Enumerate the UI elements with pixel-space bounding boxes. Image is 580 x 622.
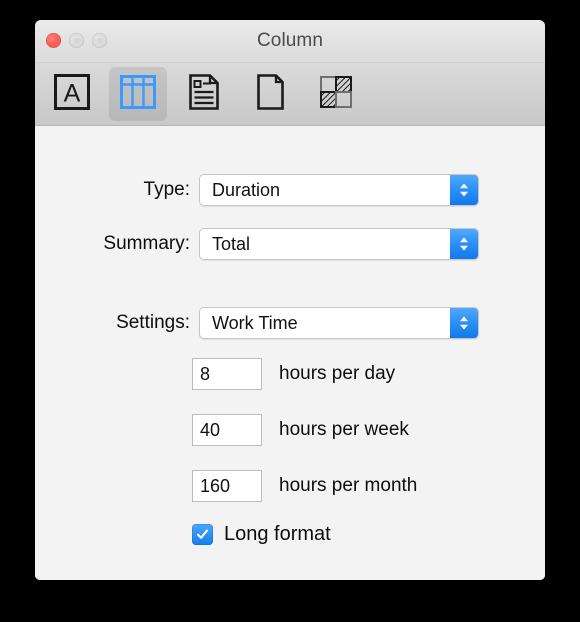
letter-a-box-icon: A [52, 72, 92, 117]
checkerboard-pattern-icon [316, 72, 356, 117]
column-inspector-window: Column A Type: Duration Summary: Total S… [35, 20, 545, 580]
toolbar-item-document[interactable] [175, 67, 233, 121]
hours-per-week-input[interactable]: 40 [192, 414, 262, 446]
long-format-row[interactable]: Long format [192, 523, 331, 546]
hours-per-month-row: 160 hours per month [192, 470, 417, 502]
summary-popup-button[interactable]: Total [199, 228, 479, 260]
document-lines-icon [184, 72, 224, 117]
type-popup-value: Duration [212, 179, 281, 200]
hours-per-week-row: 40 hours per week [192, 414, 409, 446]
chevron-up-down-icon[interactable] [450, 308, 478, 338]
hours-per-day-input[interactable]: 8 [192, 358, 262, 390]
summary-row: Summary: Total [35, 228, 479, 260]
inspector-toolbar: A [35, 63, 545, 126]
checkmark-icon [195, 527, 210, 542]
chevron-up-down-icon[interactable] [450, 175, 478, 205]
type-label: Type: [143, 179, 190, 200]
toolbar-item-pattern[interactable] [307, 67, 365, 121]
toolbar-item-column[interactable] [109, 67, 167, 121]
settings-popup-button[interactable]: Work Time [199, 307, 479, 339]
hours-per-day-row: 8 hours per day [192, 358, 395, 390]
toolbar-item-text[interactable]: A [43, 67, 101, 121]
summary-label: Summary: [103, 233, 190, 254]
table-columns-icon [118, 72, 158, 117]
hours-per-day-label: hours per day [279, 363, 396, 384]
window-title: Column [256, 30, 324, 51]
long-format-label: Long format [224, 523, 331, 545]
long-format-checkbox[interactable] [192, 524, 213, 545]
inspector-content: Type: Duration Summary: Total Settings: … [35, 126, 545, 580]
svg-text:A: A [64, 79, 81, 107]
type-popup-button[interactable]: Duration [199, 174, 479, 206]
settings-label: Settings: [116, 312, 190, 333]
settings-row: Settings: Work Time [35, 307, 479, 339]
settings-popup-value: Work Time [212, 312, 298, 333]
hours-per-week-label: hours per week [279, 419, 409, 440]
summary-popup-value: Total [212, 233, 251, 254]
hours-per-month-input[interactable]: 160 [192, 470, 262, 502]
window-titlebar: Column [35, 20, 545, 63]
type-row: Type: Duration [35, 174, 479, 206]
chevron-up-down-icon[interactable] [450, 229, 478, 259]
blank-page-icon [250, 72, 290, 117]
toolbar-item-page[interactable] [241, 67, 299, 121]
hours-per-month-label: hours per month [279, 475, 418, 496]
